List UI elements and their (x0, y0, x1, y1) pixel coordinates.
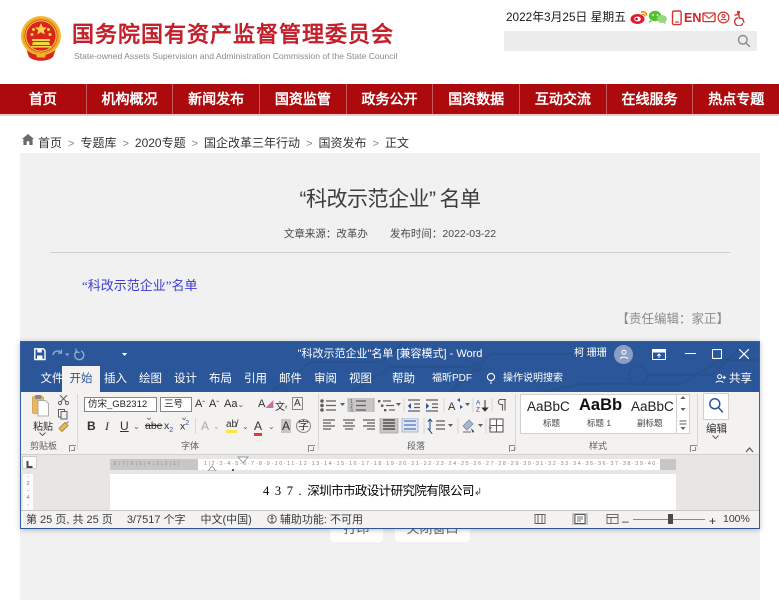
svg-text:A: A (476, 400, 481, 407)
svg-text:EN: EN (684, 11, 701, 25)
svg-text:3: 3 (350, 409, 353, 413)
svg-text:A: A (448, 401, 456, 412)
svg-text:Z: Z (476, 407, 480, 413)
